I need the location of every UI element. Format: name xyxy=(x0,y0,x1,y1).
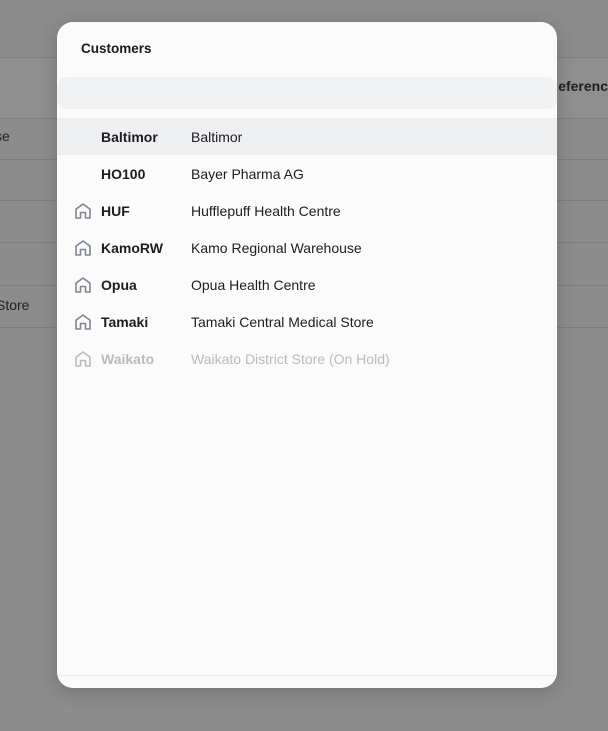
customer-name: Tamaki Central Medical Store xyxy=(191,313,374,330)
customers-modal: Customers Baltimor Baltimor HO100 Bayer Pha… xyxy=(57,22,557,688)
customer-row[interactable]: Waikato Waikato District Store (On Hold) xyxy=(57,340,557,377)
customer-row[interactable]: Tamaki Tamaki Central Medical Store xyxy=(57,303,557,340)
home-icon xyxy=(73,349,93,369)
home-icon xyxy=(73,312,93,332)
customer-row[interactable]: HUF Hufflepuff Health Centre xyxy=(57,192,557,229)
customer-code: Opua xyxy=(101,276,137,293)
customer-name: Kamo Regional Warehouse xyxy=(191,239,362,256)
customer-code: HO100 xyxy=(101,165,146,182)
home-icon xyxy=(73,275,93,295)
customer-name: Baltimor xyxy=(191,128,243,145)
customer-code: HUF xyxy=(101,202,130,219)
customer-row[interactable]: Baltimor Baltimor xyxy=(57,118,557,155)
customer-row[interactable]: Opua Opua Health Centre xyxy=(57,266,557,303)
customer-name: Opua Health Centre xyxy=(191,276,316,293)
customer-name: Waikato District Store (On Hold) xyxy=(191,350,390,367)
background-cell: e xyxy=(0,171,1,187)
background-cell: se xyxy=(0,128,10,144)
customer-name: Bayer Pharma AG xyxy=(191,165,304,182)
modal-title: Customers xyxy=(81,41,152,56)
page: eferenc se e Store Customers BaltimorBal… xyxy=(0,0,608,731)
customer-search-input[interactable] xyxy=(57,77,557,109)
customer-code: KamoRW xyxy=(101,239,163,256)
customer-row[interactable]: HO100 Bayer Pharma AG xyxy=(57,155,557,192)
home-icon xyxy=(73,238,93,258)
customer-code: Waikato xyxy=(101,350,155,367)
customer-row[interactable]: KamoRW Kamo Regional Warehouse xyxy=(57,229,557,266)
background-cell: Store xyxy=(0,297,30,313)
home-icon xyxy=(73,201,93,221)
customer-name: Hufflepuff Health Centre xyxy=(191,202,341,219)
customer-code: Tamaki xyxy=(101,313,149,330)
customer-list: Baltimor Baltimor HO100 Bayer Pharma AG HUF H… xyxy=(57,118,557,377)
customer-code: Baltimor xyxy=(101,128,158,145)
background-column-header-reference: eferenc xyxy=(558,78,608,94)
modal-footer-divider xyxy=(57,675,557,676)
